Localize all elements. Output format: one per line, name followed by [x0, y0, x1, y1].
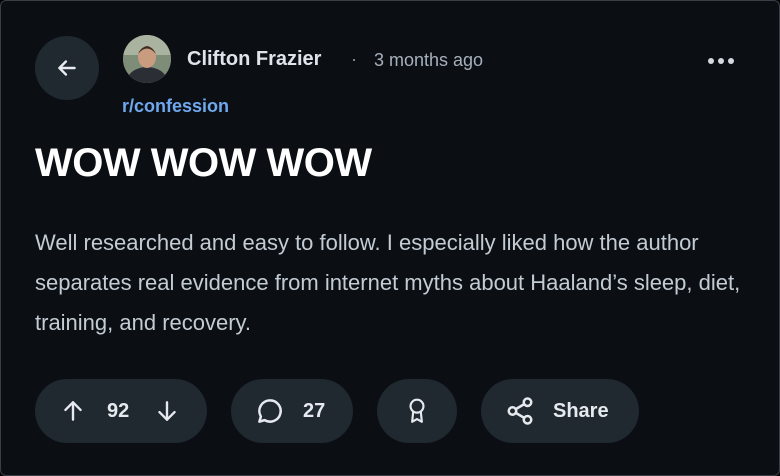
ellipsis-icon	[708, 58, 714, 64]
share-button[interactable]: Share	[481, 379, 639, 443]
chat-bubble-icon	[258, 399, 282, 423]
post-title: WOW WOW WOW	[35, 141, 372, 185]
meta-separator: ·	[351, 49, 357, 69]
author-name[interactable]: Clifton Frazier	[187, 47, 321, 71]
vote-score: 92	[107, 400, 130, 422]
comment-count: 27	[303, 400, 326, 422]
avatar-image	[123, 35, 171, 83]
ellipsis-icon	[718, 58, 724, 64]
share-label: Share	[553, 400, 609, 422]
upvote-button[interactable]	[59, 397, 87, 425]
comments-button[interactable]: 27	[231, 379, 353, 443]
downvote-button[interactable]	[153, 397, 181, 425]
arrow-down-icon	[158, 401, 176, 421]
back-button[interactable]	[35, 36, 99, 100]
ellipsis-icon	[728, 58, 734, 64]
vote-bar: 92	[35, 379, 207, 443]
post-card: Clifton Frazier · 3 months ago r/confess…	[0, 0, 780, 476]
avatar[interactable]	[123, 35, 171, 83]
post-body: Well researched and easy to follow. I es…	[35, 230, 741, 335]
arrow-up-icon	[64, 401, 82, 421]
more-options-button[interactable]	[701, 45, 741, 77]
share-nodes-icon	[507, 397, 533, 425]
post-timestamp: 3 months ago	[374, 50, 484, 70]
arrow-left-icon	[58, 60, 76, 76]
subreddit-link[interactable]: r/confession	[122, 95, 229, 117]
award-ribbon-icon	[409, 398, 425, 423]
award-button[interactable]	[377, 379, 457, 443]
